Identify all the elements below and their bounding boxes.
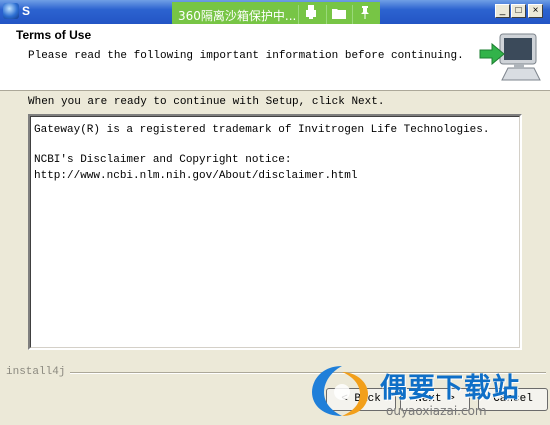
installer-brand: install4j <box>6 366 66 378</box>
terms-line: Gateway(R) is a registered trademark of … <box>34 124 490 136</box>
close-button[interactable]: × <box>528 4 543 18</box>
pin-icon[interactable] <box>352 5 377 25</box>
page-title: Terms of Use <box>16 28 92 42</box>
watermark-url: ouyaoxiazai.com <box>386 404 487 418</box>
minimize-button[interactable]: _ <box>495 4 510 18</box>
folder-icon[interactable] <box>326 5 351 25</box>
terms-line: NCBI's Disclaimer and Copyright notice: <box>34 154 292 166</box>
header-panel: Terms of Use Please read the following i… <box>0 24 550 91</box>
app-icon <box>3 3 19 19</box>
installer-window: S _ □ × 360隔离沙箱保护中... Terms of Use Pleas… <box>0 0 550 425</box>
maximize-button[interactable]: □ <box>511 4 526 18</box>
page-subtitle: Please read the following important info… <box>28 50 464 62</box>
watermark-text: 偶要下载站 <box>380 373 520 404</box>
terms-line: http://www.ncbi.nlm.nih.gov/About/discla… <box>34 170 358 182</box>
usb-icon[interactable] <box>298 5 323 25</box>
sandbox-status-text: 360隔离沙箱保护中... <box>178 9 297 23</box>
computer-arrow-icon <box>479 33 541 81</box>
window-title: S <box>22 4 31 18</box>
instruction-text: When you are ready to continue with Setu… <box>28 96 385 108</box>
terms-text-area[interactable]: Gateway(R) is a registered trademark of … <box>28 114 522 350</box>
watermark-logo-icon <box>312 366 368 416</box>
